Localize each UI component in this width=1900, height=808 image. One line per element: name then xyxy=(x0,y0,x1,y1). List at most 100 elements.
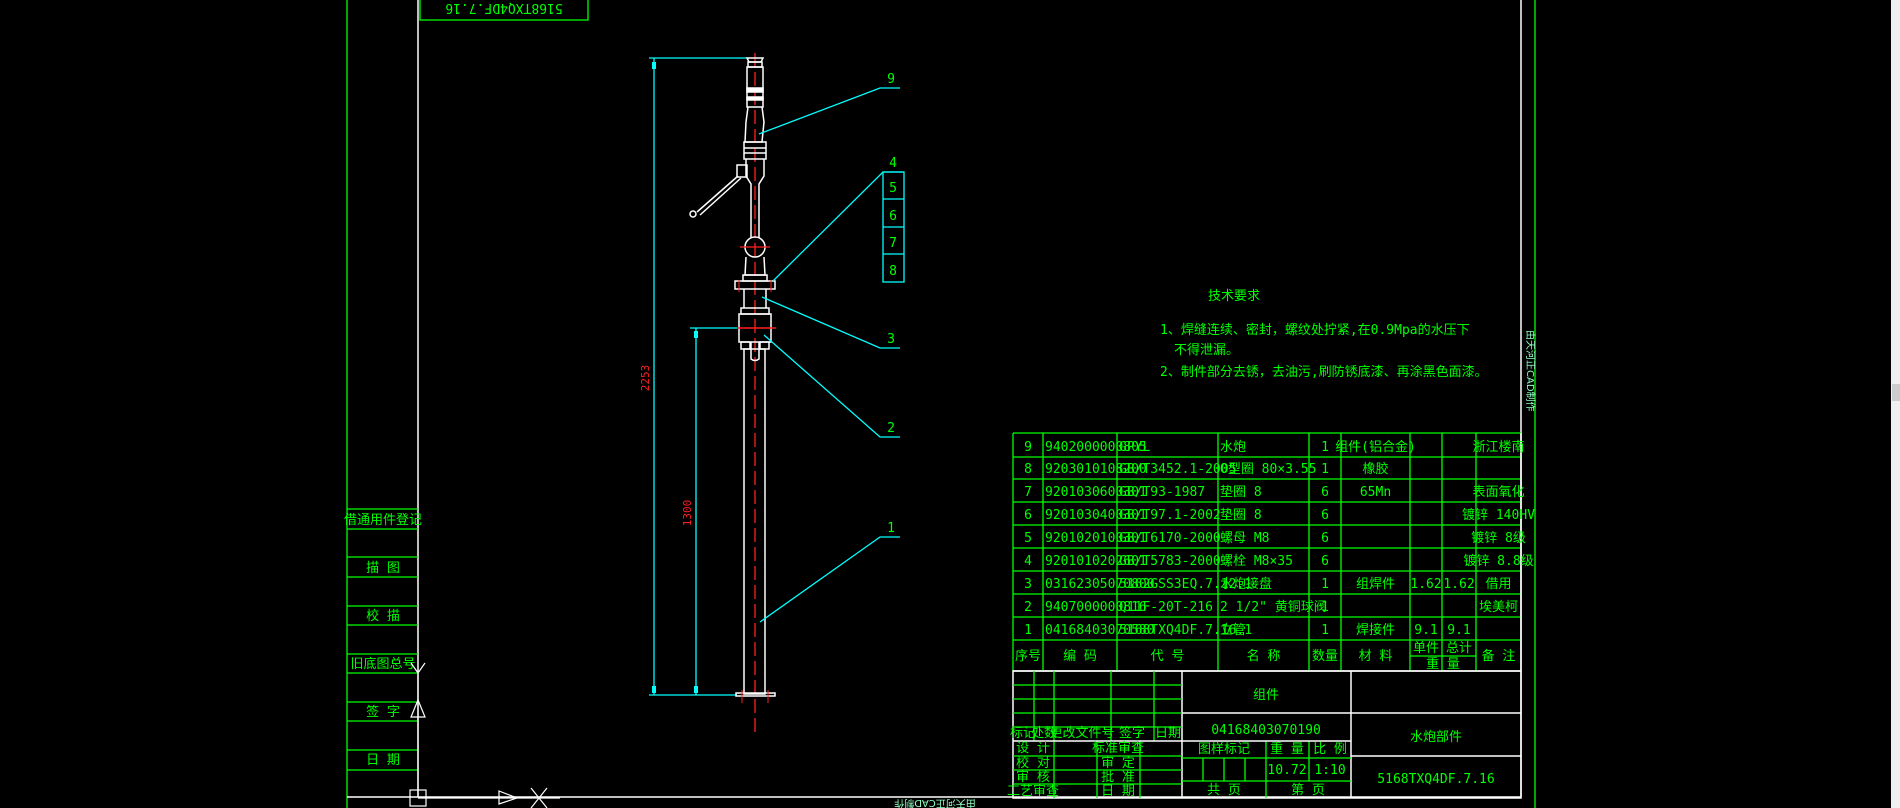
tech-req-line-1b: 不得泄漏。 xyxy=(1174,342,1239,358)
bom-cell: 表面氧化 xyxy=(1472,485,1524,500)
rev-header-date: 日期 xyxy=(1155,726,1181,741)
left-label-tracing: 描 图 xyxy=(366,561,400,576)
dimension-overall: 2253 xyxy=(639,57,747,696)
balloon-8: 8 xyxy=(889,264,897,279)
bom-cell: 2 xyxy=(1024,600,1032,615)
scale-value: 1:10 xyxy=(1314,763,1345,778)
bom-cell: 垫圈 8 xyxy=(1220,484,1262,500)
bom-cell: GB/T5783-2000 xyxy=(1119,554,1221,569)
bom-header-cell: 备 注 xyxy=(1482,648,1516,664)
sign-label-design: 设 计 xyxy=(1016,741,1050,756)
bom-cell: 浙江楼南 xyxy=(1472,439,1524,455)
dimension-lower: 1300 xyxy=(681,327,737,695)
bom-cell: 1 xyxy=(1321,440,1329,455)
bom-cell: 垫圈 8 xyxy=(1220,507,1262,523)
balloon-9: 9 xyxy=(887,72,895,87)
left-label-check: 校 描 xyxy=(366,608,400,624)
bom-cell: 埃美柯 xyxy=(1479,600,1518,615)
stage-mark-label: 图样标记 xyxy=(1198,742,1250,757)
bom-cell: Q11F-20T-216 xyxy=(1119,600,1213,615)
scale-label: 比 例 xyxy=(1313,742,1347,757)
side-note-right: 由天河正CAD制作 xyxy=(1524,330,1537,412)
sign-label-process-review: 工艺审查 xyxy=(1007,784,1059,799)
rev-header-signature: 签字 xyxy=(1119,725,1145,741)
bom-cell: GB/T3452.1-2005 xyxy=(1119,462,1236,477)
bom-cell: 9.1 xyxy=(1414,623,1437,638)
left-label-register: 借通用件登记 xyxy=(344,513,422,528)
bom-cell: 9 xyxy=(1024,440,1032,455)
bom-header-cell: 材 料 xyxy=(1359,649,1393,664)
bom-cell: 5 xyxy=(1024,531,1032,546)
bom-cell: 8 xyxy=(1024,462,1032,477)
sign-label-approve-review: 审 定 xyxy=(1101,756,1135,771)
bom-cell: 组焊件 xyxy=(1356,576,1395,592)
bom-cell: O型圈 80×3.55 xyxy=(1220,462,1316,477)
bom-cell: 螺栓 M8×35 xyxy=(1220,554,1293,569)
left-label-date: 日 期 xyxy=(366,753,400,768)
bom-header-cell: 总计 xyxy=(1446,641,1472,656)
sign-label-proofread: 校 对 xyxy=(1016,755,1050,771)
bom-cell: 6 xyxy=(1024,508,1032,523)
side-note-bottom: 由天河正CAD制作 xyxy=(894,797,976,808)
bom-cell: 镀锌 8.8级 xyxy=(1463,553,1533,569)
bom-cell: 借用 xyxy=(1485,577,1511,592)
top-code-stamp: 5168TXQ4DF.7.16 xyxy=(419,0,589,21)
bom-header-weight: 重 量 xyxy=(1426,656,1460,672)
balloon-2: 2 xyxy=(887,421,895,436)
balloon-4: 4 xyxy=(889,156,897,171)
tech-req-title: 技术要求 xyxy=(1208,289,1260,304)
rev-header-change-doc: 更改文件号 xyxy=(1049,726,1114,741)
bom-header-cell: 编 码 xyxy=(1063,649,1097,664)
technical-requirements: 技术要求 1、焊缝连续、密封，螺纹处拧紧,在0.9Mpa的水压下 不得泄漏。 2… xyxy=(1160,289,1488,380)
bom-cell: 1.62 xyxy=(1443,577,1474,592)
tech-req-line-2: 2、制件部分去锈，去油污,刷防锈底漆、再涂黑色面漆。 xyxy=(1160,364,1488,380)
left-register-column: 借通用件登记 描 图 校 描 旧底图总号 签 字 日 期 xyxy=(344,508,422,771)
bom-cell: 镀锌 140HV xyxy=(1462,507,1535,523)
weight-value: 10.72 xyxy=(1267,763,1306,778)
bom-header-cell: 名 称 xyxy=(1247,648,1281,664)
assembly-label: 组件 xyxy=(1253,688,1279,703)
cad-drawing-canvas[interactable]: 5168TXQ4DF.7.16 借通用件登记 描 图 校 描 旧底图总号 签 字… xyxy=(0,0,1900,808)
bom-cell: 立管 xyxy=(1220,623,1246,638)
balloon-7: 7 xyxy=(889,236,897,251)
bom-cell: 1 xyxy=(1321,600,1329,615)
bom-cell: 7 xyxy=(1024,485,1032,500)
scrollbar-thumb[interactable] xyxy=(1892,384,1900,401)
bom-cell: 1 xyxy=(1321,577,1329,592)
bill-of-materials-table: 9 9402000000805GPYL 水炮 1 组件(铝合金) 浙江楼南8 9203010… xyxy=(1012,432,1535,672)
bom-cell: 6 xyxy=(1321,485,1329,500)
nozzle-part-9 xyxy=(689,57,776,697)
bom-header-cell: 代 号 xyxy=(1151,649,1185,664)
balloon-6: 6 xyxy=(889,209,897,224)
bom-cell: 4 xyxy=(1024,554,1032,569)
balloon-1: 1 xyxy=(887,521,895,536)
bom-cell: GB/T6170-2000 xyxy=(1119,531,1221,546)
tech-req-line-1: 1、焊缝连续、密封，螺纹处拧紧,在0.9Mpa的水压下 xyxy=(1160,322,1470,338)
bom-cell: 橡胶 xyxy=(1362,461,1388,477)
drawing-name: 水炮部件 xyxy=(1410,730,1462,745)
page-number-label: 第 页 xyxy=(1291,783,1325,798)
bom-cell: 1.62 xyxy=(1410,577,1441,592)
balloon-3: 3 xyxy=(887,332,895,347)
sign-label-std-review: 标准审查 xyxy=(1092,741,1144,756)
weight-label: 重 量 xyxy=(1270,741,1304,757)
left-label-old-drawing-no: 旧底图总号 xyxy=(350,656,415,672)
drawing-number: 5168TXQ4DF.7.16 xyxy=(1377,772,1494,787)
bom-cell: 6 xyxy=(1321,554,1329,569)
bom-cell: 螺母 M8 xyxy=(1220,531,1269,546)
water-cannon-assembly-drawing[interactable]: 2253 1300 9 4 5 6 7 8 3 2 1 xyxy=(639,53,905,735)
bom-cell: 水炮 xyxy=(1220,440,1246,455)
bom-cell: 1 xyxy=(1321,623,1329,638)
bom-cell: 2 1/2" 黄铜球阀 xyxy=(1220,600,1327,615)
bom-header-cell: 序号 xyxy=(1015,649,1041,664)
dimension-overall-value: 2253 xyxy=(639,365,652,392)
bom-cell: 1 xyxy=(1321,462,1329,477)
bom-header-cell: 数量 xyxy=(1312,649,1338,664)
title-block: 标记 处数 更改文件号 签字 日期 设 计 标准审查 校 对 审 定 审 核 批… xyxy=(1007,670,1522,799)
vertical-scrollbar[interactable] xyxy=(1891,0,1900,808)
stamp-code-text: 5168TXQ4DF.7.16 xyxy=(445,0,562,15)
bom-cell: GB/T97.1-2002 xyxy=(1119,508,1221,523)
bom-cell: 3 xyxy=(1024,577,1032,592)
assembly-code: 04168403070190 xyxy=(1211,723,1321,738)
dimension-lower-value: 1300 xyxy=(681,500,694,527)
